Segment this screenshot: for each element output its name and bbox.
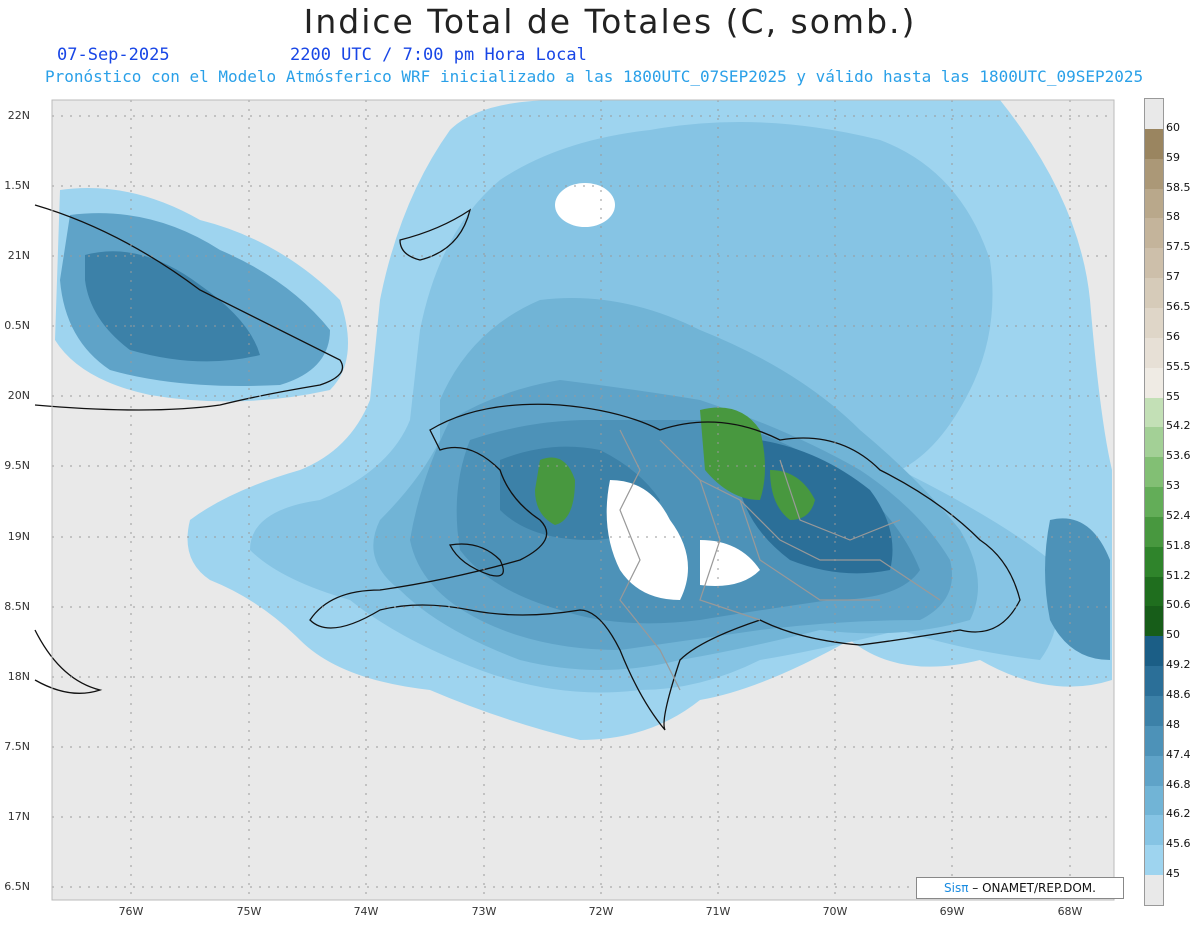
- legend-swatch: [1145, 666, 1163, 697]
- legend-label: 57.5: [1166, 240, 1191, 254]
- legend-swatch: [1145, 755, 1163, 787]
- sis-logo-text: Sisπ: [944, 881, 969, 895]
- lat-label: 22N: [7, 109, 30, 122]
- legend-label: 51.8: [1166, 538, 1191, 552]
- legend-label: 58.5: [1166, 180, 1191, 194]
- legend-label: 48.6: [1166, 688, 1191, 702]
- lon-label: 68W: [1057, 905, 1083, 918]
- lat-label: 1.5N: [4, 179, 30, 192]
- lon-label: 73W: [471, 905, 497, 918]
- credit-box: Sisπ – ONAMET/REP.DOM.: [916, 877, 1124, 899]
- lat-label: 21N: [7, 249, 30, 262]
- legend-label: 51.2: [1166, 568, 1191, 582]
- legend-swatch: [1145, 367, 1163, 398]
- legend-label: 54.2: [1166, 419, 1191, 433]
- legend-swatch: [1145, 158, 1163, 190]
- legend-label: 60: [1166, 120, 1180, 134]
- legend-label: 53.6: [1166, 449, 1191, 463]
- lon-label: 70W: [822, 905, 848, 918]
- legend-swatch: [1145, 815, 1163, 846]
- legend-swatch: [1145, 576, 1163, 607]
- legend-label: 56: [1166, 329, 1180, 343]
- lat-label: 18N: [7, 670, 30, 683]
- legend-swatch: [1145, 487, 1163, 518]
- lat-label: 6.5N: [4, 880, 30, 893]
- legend-label: 50: [1166, 628, 1180, 642]
- lon-label: 76W: [118, 905, 144, 918]
- legend-swatch: [1145, 337, 1163, 369]
- legend-swatch: [1145, 457, 1163, 488]
- legend-swatch: [1145, 636, 1163, 667]
- legend-swatch: [1145, 785, 1163, 816]
- legend-label: 46.8: [1166, 777, 1191, 791]
- lat-label: 17N: [7, 810, 30, 823]
- lat-label: 7.5N: [4, 740, 30, 753]
- lon-label: 74W: [353, 905, 379, 918]
- legend-swatch: [1145, 128, 1163, 160]
- credit-text: – ONAMET/REP.DOM.: [972, 881, 1096, 895]
- legend-swatch: [1145, 397, 1163, 428]
- legend-label: 45: [1166, 867, 1180, 881]
- lon-label: 69W: [939, 905, 965, 918]
- legend-label: 59: [1166, 150, 1180, 164]
- legend-label: 49.2: [1166, 658, 1191, 672]
- legend-swatch: [1145, 606, 1163, 637]
- legend-label: 50.6: [1166, 598, 1191, 612]
- legend-swatch: [1145, 725, 1163, 757]
- lat-label: 8.5N: [4, 600, 30, 613]
- legend-swatch: [1145, 218, 1163, 249]
- color-legend: [1144, 98, 1164, 906]
- lat-label: 9.5N: [4, 459, 30, 472]
- lon-label: 71W: [705, 905, 731, 918]
- legend-label: 52.4: [1166, 508, 1191, 522]
- legend-label: 45.6: [1166, 837, 1191, 851]
- legend-label: 47.4: [1166, 747, 1191, 761]
- legend-swatch: [1145, 546, 1163, 578]
- legend-label: 53: [1166, 479, 1180, 493]
- legend-swatch: [1145, 99, 1163, 130]
- legend-label: 56.5: [1166, 299, 1191, 313]
- lat-label: 19N: [7, 530, 30, 543]
- legend-label: 46.2: [1166, 807, 1191, 821]
- lon-label: 75W: [236, 905, 262, 918]
- legend-swatch: [1145, 427, 1163, 458]
- legend-label: 55: [1166, 389, 1180, 403]
- lat-label: 0.5N: [4, 319, 30, 332]
- legend-swatch: [1145, 845, 1163, 876]
- legend-swatch: [1145, 188, 1163, 219]
- legend-swatch: [1145, 307, 1163, 339]
- lon-label: 72W: [588, 905, 614, 918]
- legend-swatch: [1145, 278, 1163, 309]
- legend-swatch: [1145, 696, 1163, 727]
- legend-swatch: [1145, 248, 1163, 279]
- weather-map: [34, 99, 1115, 901]
- lat-label: 20N: [7, 389, 30, 402]
- legend-swatch: [1145, 875, 1163, 906]
- legend-label: 58: [1166, 210, 1180, 224]
- legend-label: 57: [1166, 270, 1180, 284]
- legend-label: 48: [1166, 717, 1180, 731]
- legend-swatch: [1145, 516, 1163, 548]
- legend-label: 55.5: [1166, 359, 1191, 373]
